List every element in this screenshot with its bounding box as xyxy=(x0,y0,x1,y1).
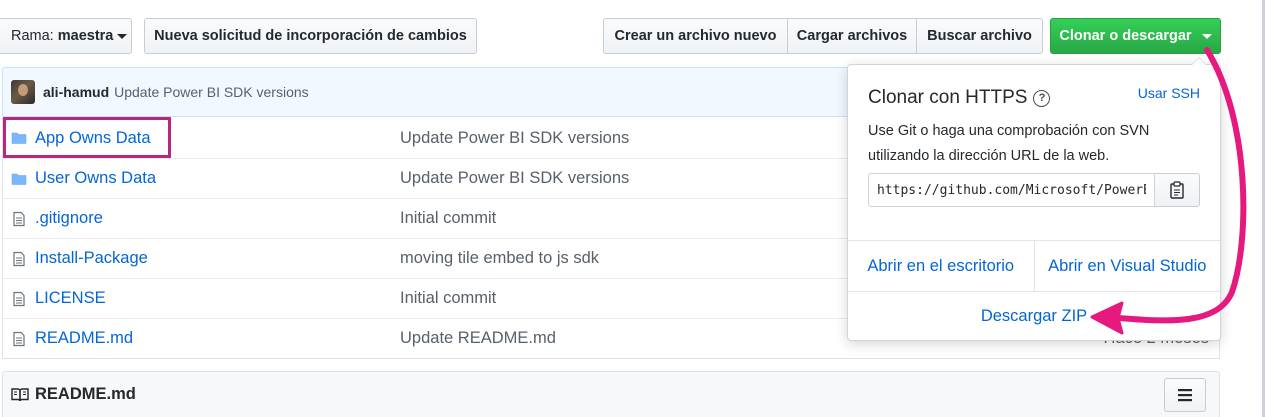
clone-url-field xyxy=(868,173,1200,207)
file-link[interactable]: LICENSE xyxy=(35,289,106,308)
folder-icon xyxy=(11,173,27,185)
branch-select-button[interactable]: Rama: maestra xyxy=(0,18,132,54)
file-commit-message[interactable]: moving tile embed to js sdk xyxy=(400,249,599,268)
copy-button[interactable] xyxy=(1155,173,1200,207)
clone-download-label: Clonar o descargar xyxy=(1059,28,1192,44)
clipboard-icon xyxy=(1170,181,1184,199)
file-icon xyxy=(13,331,25,347)
book-icon xyxy=(11,387,29,401)
create-file-button[interactable]: Crear un archivo nuevo xyxy=(603,18,788,54)
open-in-visual-studio-button[interactable]: Abrir en Visual Studio xyxy=(1035,241,1221,291)
file-commit-message[interactable]: Update Power BI SDK versions xyxy=(400,169,629,188)
table-of-contents-button[interactable] xyxy=(1164,378,1206,412)
file-commit-message[interactable]: Update README.md xyxy=(400,329,556,348)
file-icon xyxy=(13,211,25,227)
file-actions-group: Crear un archivo nuevo Cargar archivos B… xyxy=(603,18,1043,54)
file-icon xyxy=(13,251,25,267)
highlight-annotation xyxy=(3,117,171,158)
readme-title: README.md xyxy=(35,385,136,403)
file-link[interactable]: Install-Package xyxy=(35,249,148,268)
file-commit-message[interactable]: Update Power BI SDK versions xyxy=(400,129,629,148)
branch-label: Rama: xyxy=(11,28,54,44)
file-commit-message[interactable]: Initial commit xyxy=(400,289,496,308)
chevron-down-icon xyxy=(1201,33,1212,39)
clone-description: Use Git o haga una comprobación con SVN … xyxy=(868,123,1150,164)
avatar[interactable] xyxy=(11,80,35,104)
open-in-desktop-button[interactable]: Abrir en el escritorio xyxy=(848,241,1035,291)
readme-header: README.md xyxy=(2,371,1220,417)
file-icon xyxy=(13,291,25,307)
new-pull-request-button[interactable]: Nueva solicitud de incorporación de camb… xyxy=(144,18,477,54)
hamburger-icon xyxy=(1178,389,1192,402)
clone-https-title: Clonar con HTTPS xyxy=(868,87,1028,108)
download-zip-button[interactable]: Descargar ZIP xyxy=(848,292,1220,340)
question-icon[interactable]: ? xyxy=(1033,89,1051,107)
clone-download-button[interactable]: Clonar o descargar xyxy=(1050,18,1221,54)
upload-files-button[interactable]: Cargar archivos xyxy=(788,18,917,54)
file-commit-message[interactable]: Initial commit xyxy=(400,209,496,228)
use-ssh-link[interactable]: Usar SSH xyxy=(1138,85,1200,101)
file-link[interactable]: .gitignore xyxy=(35,209,103,228)
file-link[interactable]: User Owns Data xyxy=(35,169,156,188)
clone-popover: Clonar con HTTPS ? Usar SSH Use Git o ha… xyxy=(847,57,1221,341)
commit-message[interactable]: Update Power BI SDK versions xyxy=(114,84,309,100)
popover-title: Clonar con HTTPS ? xyxy=(868,87,1051,109)
open-actions: Abrir en el escritorio Abrir en Visual S… xyxy=(848,240,1220,292)
file-link[interactable]: README.md xyxy=(35,329,133,348)
chevron-down-icon xyxy=(117,33,128,39)
clone-url-input[interactable] xyxy=(868,173,1155,207)
find-file-button[interactable]: Buscar archivo xyxy=(917,18,1043,54)
commit-author[interactable]: ali-hamud xyxy=(43,84,109,100)
branch-value: maestra xyxy=(57,28,114,44)
